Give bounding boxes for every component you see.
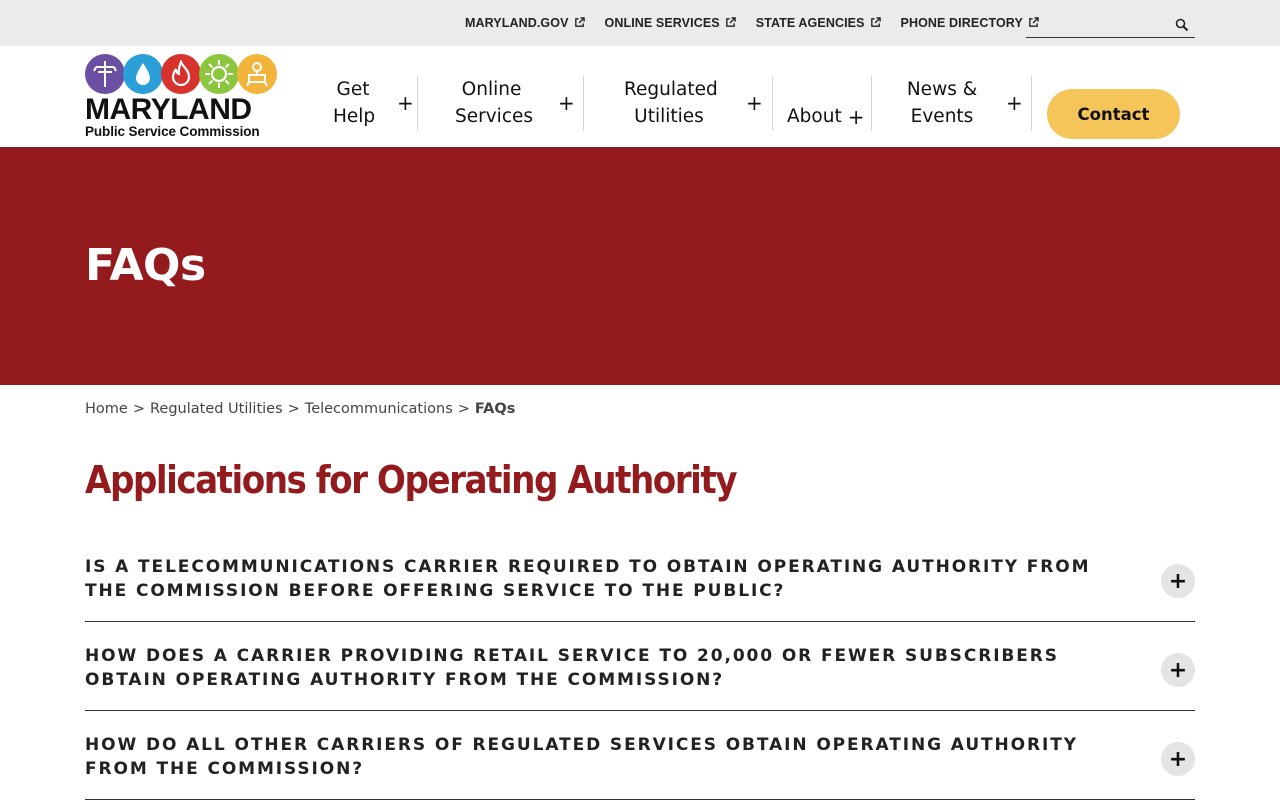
- search-input[interactable]: [1026, 14, 1166, 36]
- hero-banner: FAQs: [0, 147, 1280, 385]
- expand-plus-icon[interactable]: +: [1161, 564, 1195, 598]
- flame-icon: [161, 54, 201, 94]
- faq-question: How does a carrier providing retail serv…: [85, 646, 1059, 690]
- logo-icons: [85, 54, 277, 97]
- sun-icon: [199, 54, 239, 94]
- search-icon[interactable]: [1175, 18, 1189, 32]
- page-title: FAQs: [85, 240, 206, 291]
- section-heading: Applications for Operating Authority: [85, 458, 738, 502]
- nav-news-events[interactable]: News & Events +: [904, 76, 1023, 130]
- nav-online-services[interactable]: Online Services +: [455, 76, 575, 130]
- faq-item[interactable]: Is a telecommunications carrier required…: [85, 540, 1195, 622]
- breadcrumb-separator: >: [287, 401, 300, 417]
- faq-item[interactable]: How do all other carriers of regulated s…: [85, 711, 1195, 800]
- nav-divider: [1031, 76, 1032, 131]
- nav-label: Online Services: [455, 79, 534, 127]
- transit-icon: [237, 54, 277, 94]
- nav-label: Regulated Utilities: [624, 79, 718, 127]
- logo-wordmark: MARYLAND: [85, 93, 252, 126]
- breadcrumb: Home > Regulated Utilities > Telecommuni…: [85, 401, 515, 417]
- nav-get-help[interactable]: Get Help +: [333, 76, 414, 130]
- plus-icon: +: [746, 91, 763, 115]
- nav-divider: [583, 76, 584, 131]
- search-box: [1026, 14, 1195, 38]
- external-link-icon: [870, 16, 881, 27]
- external-link-icon: [574, 16, 585, 27]
- plus-icon: +: [1006, 91, 1023, 115]
- plus-icon: +: [397, 91, 414, 115]
- nav-divider: [772, 76, 773, 131]
- nav-divider: [871, 76, 872, 131]
- utility-link-label: ONLINE SERVICES: [604, 16, 720, 30]
- nav-regulated-utilities[interactable]: Regulated Utilities +: [624, 76, 763, 130]
- external-link-icon: [725, 16, 736, 27]
- plus-icon: +: [847, 104, 865, 129]
- nav-about[interactable]: About +: [787, 103, 864, 130]
- faq-item[interactable]: How does a carrier providing retail serv…: [85, 622, 1195, 711]
- breadcrumb-separator: >: [457, 401, 470, 417]
- breadcrumb-telecommunications[interactable]: Telecommunications: [305, 401, 453, 417]
- utility-link-online-services[interactable]: ONLINE SERVICES: [605, 16, 736, 30]
- plus-icon: +: [558, 91, 575, 115]
- nav-label: About: [787, 106, 842, 127]
- nav-divider: [417, 76, 418, 131]
- expand-plus-icon[interactable]: +: [1161, 653, 1195, 687]
- utility-link-state-agencies[interactable]: STATE AGENCIES: [756, 16, 881, 30]
- water-drop-icon: [123, 54, 163, 94]
- contact-button[interactable]: Contact: [1047, 89, 1180, 139]
- utility-link-phone-directory[interactable]: PHONE DIRECTORY: [901, 16, 1039, 30]
- utility-link-label: PHONE DIRECTORY: [900, 16, 1023, 30]
- breadcrumb-current: FAQs: [474, 401, 516, 417]
- utility-bar: MARYLAND.GOV ONLINE SERVICES STATE AGENC…: [0, 0, 1280, 46]
- expand-plus-icon[interactable]: +: [1161, 742, 1195, 776]
- faq-question: How do all other carriers of regulated s…: [85, 735, 1078, 779]
- utility-link-label: STATE AGENCIES: [755, 16, 865, 30]
- breadcrumb-home[interactable]: Home: [85, 401, 128, 417]
- maryland-psc-logo[interactable]: MARYLAND Public Service Commission: [85, 54, 277, 140]
- faq-question: Is a telecommunications carrier required…: [85, 557, 1091, 601]
- logo-subtitle: Public Service Commission: [85, 124, 260, 139]
- breadcrumb-separator: >: [132, 401, 145, 417]
- breadcrumb-regulated-utilities[interactable]: Regulated Utilities: [150, 401, 283, 417]
- utility-links: MARYLAND.GOV ONLINE SERVICES STATE AGENC…: [465, 16, 1059, 30]
- utility-pole-icon: [85, 54, 125, 94]
- utility-link-label: MARYLAND.GOV: [465, 16, 569, 30]
- nav-label: News & Events: [906, 79, 978, 127]
- utility-link-maryland-gov[interactable]: MARYLAND.GOV: [465, 16, 585, 30]
- site-header: MARYLAND Public Service Commission Get H…: [0, 46, 1280, 147]
- nav-label: Get Help: [333, 79, 376, 127]
